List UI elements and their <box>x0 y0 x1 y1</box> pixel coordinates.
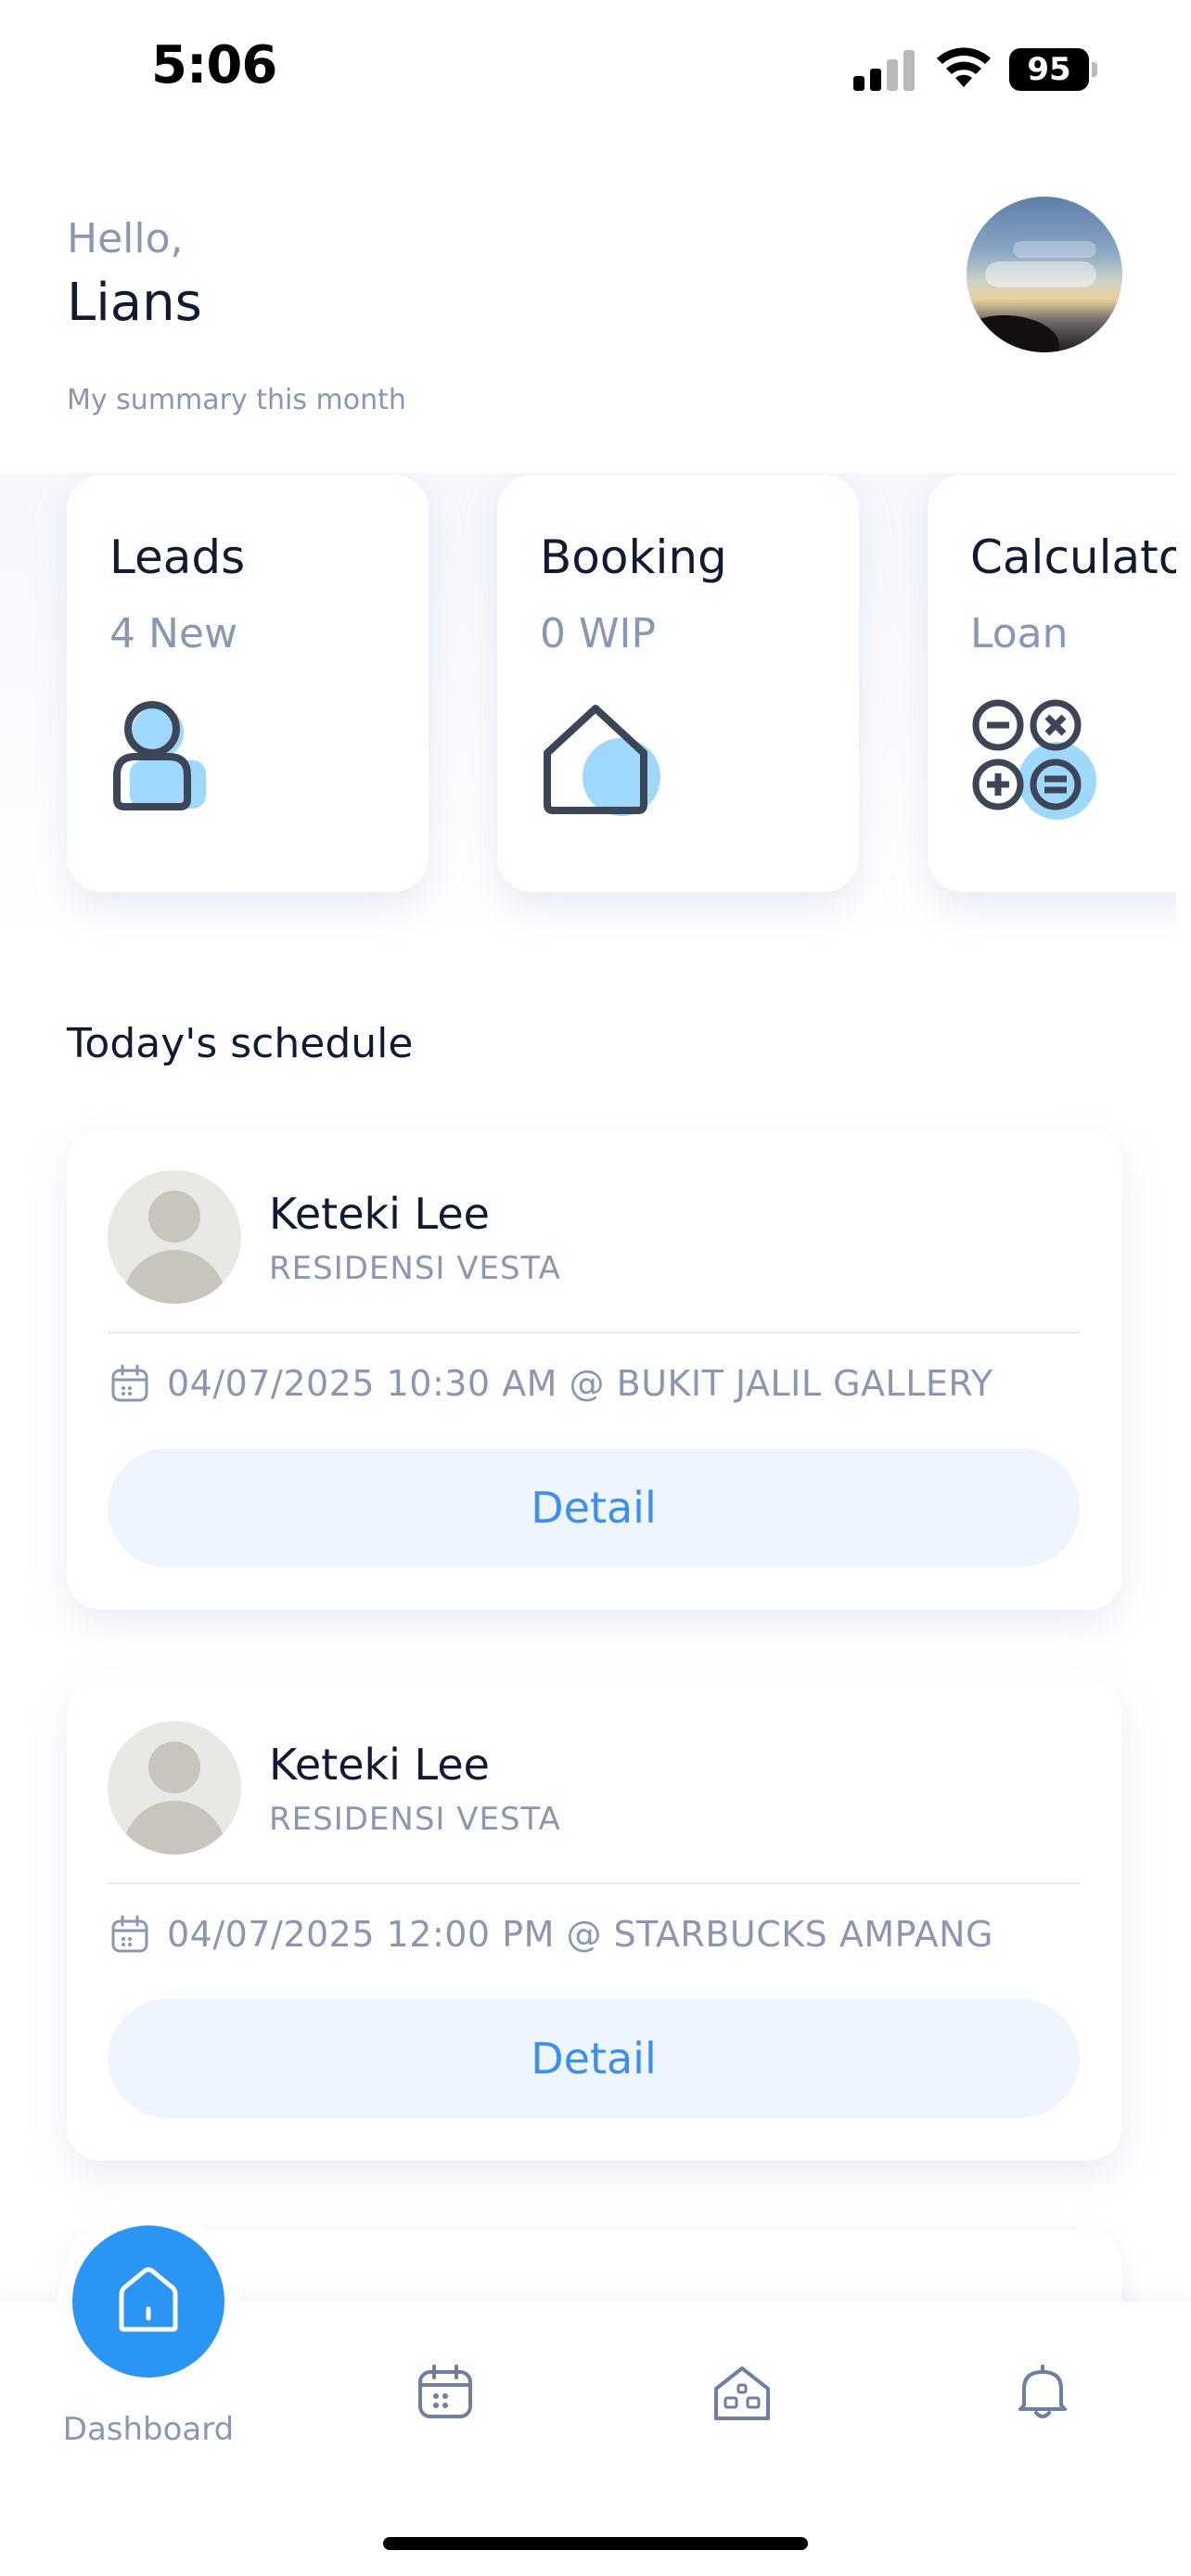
avatar-body <box>122 1250 226 1304</box>
client-avatar <box>108 1170 241 1304</box>
card-title: Leads <box>109 530 246 584</box>
client-name: Keteki Lee <box>269 1740 490 1790</box>
avatar-head <box>148 1191 200 1243</box>
avatar-cloud <box>1013 241 1096 258</box>
avatar-head <box>148 1741 200 1793</box>
battery-icon: 95 <box>1009 48 1098 91</box>
wifi-icon <box>937 47 991 87</box>
summary-label: My summary this month <box>67 384 406 416</box>
calendar-icon[interactable] <box>416 2363 475 2422</box>
user-name: Lians <box>67 273 202 333</box>
calculator-card[interactable]: Calculator Loan <box>928 475 1176 892</box>
project-name: RESIDENSI VESTA <box>269 1250 561 1287</box>
schedule-title: Today's schedule <box>67 1020 414 1067</box>
leads-card[interactable]: Leads 4 New <box>67 475 429 892</box>
client-avatar <box>108 1721 241 1855</box>
divider <box>108 1332 1080 1333</box>
status-time: 5:06 <box>151 35 277 96</box>
avatar-hill <box>967 315 1059 352</box>
schedule-card[interactable]: Keteki Lee RESIDENSI VESTA 04/07/2025 12… <box>67 1680 1122 2161</box>
client-name: Keteki Lee <box>269 1189 490 1239</box>
tab-label-dashboard: Dashboard <box>62 2411 235 2448</box>
appointment-datetime: 04/07/2025 10:30 AM @ BUKIT JALIL GALLER… <box>167 1363 993 1404</box>
card-subtitle: Loan <box>970 610 1069 657</box>
divider <box>108 1882 1080 1884</box>
calendar-icon <box>111 1915 148 1953</box>
tab-dashboard[interactable] <box>72 2225 224 2378</box>
project-name: RESIDENSI VESTA <box>269 1801 561 1838</box>
greeting-hello: Hello, <box>67 215 184 262</box>
card-title: Calculator <box>970 530 1176 584</box>
calendar-icon <box>111 1364 148 1402</box>
card-subtitle: 4 New <box>109 610 237 657</box>
appointment-datetime: 04/07/2025 12:00 PM @ STARBUCKS AMPANG <box>167 1914 993 1955</box>
battery-tip <box>1092 62 1097 77</box>
card-subtitle: 0 WIP <box>540 610 656 657</box>
avatar-cloud <box>985 261 1096 287</box>
house-icon <box>544 705 660 816</box>
status-bar: 5:06 95 <box>0 0 1191 139</box>
avatar-body <box>122 1801 226 1855</box>
signal-icon <box>853 50 915 91</box>
home-icon <box>119 2267 178 2332</box>
calculator-icon <box>972 699 1096 820</box>
user-icon <box>113 701 206 810</box>
booking-card[interactable]: Booking 0 WIP <box>497 475 859 892</box>
home-indicator <box>383 2537 808 2550</box>
schedule-card[interactable]: Keteki Lee RESIDENSI VESTA 04/07/2025 10… <box>67 1129 1122 1610</box>
card-title: Booking <box>540 530 727 584</box>
detail-button[interactable]: Detail <box>108 1448 1080 1567</box>
battery-level: 95 <box>1009 48 1089 91</box>
summary-cards-scroller[interactable]: Leads 4 New Booking 0 WIP Calculator Loa… <box>0 473 1176 955</box>
bell-icon[interactable] <box>1013 2363 1072 2422</box>
detail-button[interactable]: Detail <box>108 1999 1080 2118</box>
profile-avatar[interactable] <box>967 197 1122 352</box>
building-icon[interactable] <box>712 2363 772 2422</box>
